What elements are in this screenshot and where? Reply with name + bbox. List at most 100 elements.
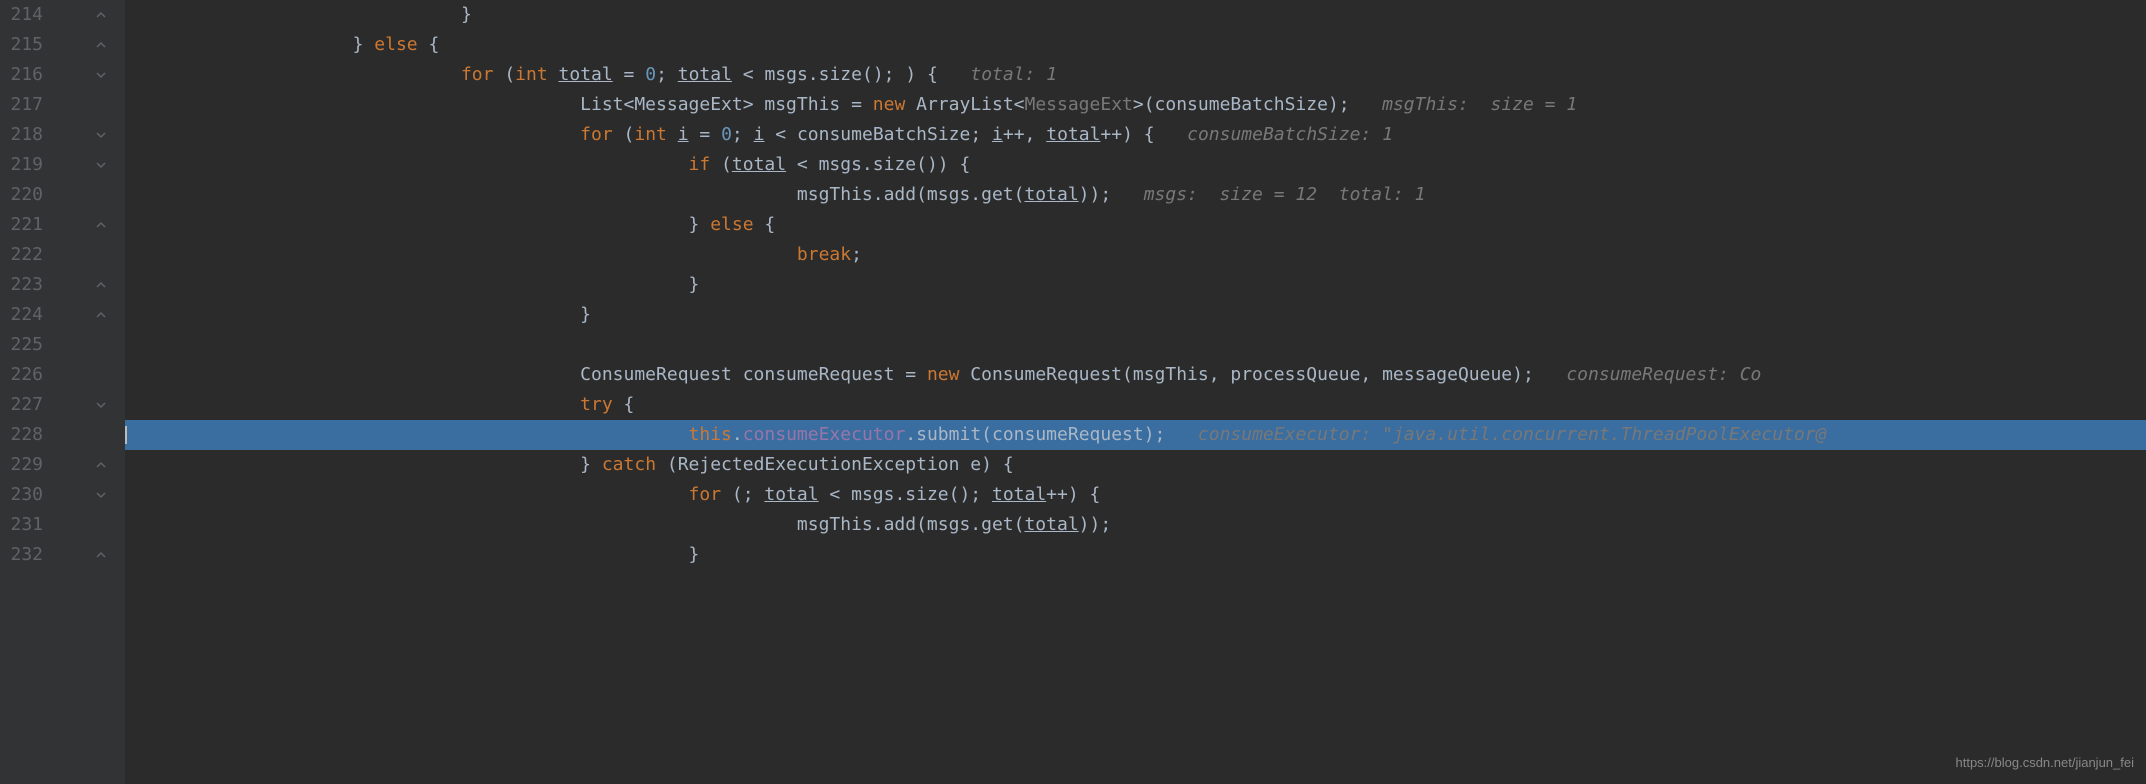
breakpoint-slot[interactable] xyxy=(55,90,85,120)
token-plain: >(consumeBatchSize); xyxy=(1133,94,1382,115)
code-line[interactable]: ConsumeRequest consumeRequest = new Cons… xyxy=(125,360,2146,390)
breakpoint-slot[interactable] xyxy=(55,0,85,30)
fold-slot[interactable] xyxy=(85,90,125,120)
breakpoint-slot[interactable] xyxy=(55,330,85,360)
line-number[interactable]: 214 xyxy=(0,0,43,30)
line-number-gutter[interactable]: 2142152162172182192202212222232242252262… xyxy=(0,0,55,784)
token-plain: ConsumeRequest consumeRequest = xyxy=(580,364,927,385)
fold-slot[interactable] xyxy=(85,180,125,210)
line-number[interactable]: 228 xyxy=(0,420,43,450)
line-number[interactable]: 230 xyxy=(0,480,43,510)
fold-slot[interactable] xyxy=(85,0,125,30)
token-plain: } xyxy=(689,274,700,295)
breakpoint-slot[interactable] xyxy=(55,360,85,390)
fold-slot[interactable] xyxy=(85,420,125,450)
fold-slot[interactable] xyxy=(85,240,125,270)
code-line[interactable]: } xyxy=(125,300,2146,330)
code-line[interactable]: } xyxy=(125,270,2146,300)
code-line[interactable]: } xyxy=(125,540,2146,570)
breakpoint-slot[interactable] xyxy=(55,390,85,420)
token-hint: msgs: size = 12 total: 1 xyxy=(1144,184,1426,205)
fold-gutter[interactable] xyxy=(85,0,125,784)
line-number[interactable]: 226 xyxy=(0,360,43,390)
fold-slot[interactable] xyxy=(85,510,125,540)
line-number[interactable]: 229 xyxy=(0,450,43,480)
fold-close-icon[interactable] xyxy=(95,279,107,291)
line-number[interactable]: 221 xyxy=(0,210,43,240)
fold-slot[interactable] xyxy=(85,30,125,60)
fold-close-icon[interactable] xyxy=(95,9,107,21)
code-line[interactable]: } catch (RejectedExecutionException e) { xyxy=(125,450,2146,480)
line-number[interactable]: 231 xyxy=(0,510,43,540)
fold-slot[interactable] xyxy=(85,450,125,480)
line-number[interactable]: 216 xyxy=(0,60,43,90)
fold-slot[interactable] xyxy=(85,150,125,180)
line-number[interactable]: 225 xyxy=(0,330,43,360)
token-plain: < msgs.size(); ) { xyxy=(732,64,970,85)
fold-slot[interactable] xyxy=(85,390,125,420)
line-number[interactable]: 217 xyxy=(0,90,43,120)
line-number[interactable]: 223 xyxy=(0,270,43,300)
breakpoint-slot[interactable] xyxy=(55,30,85,60)
code-line[interactable]: try { xyxy=(125,390,2146,420)
code-line[interactable]: } else { xyxy=(125,210,2146,240)
fold-open-icon[interactable] xyxy=(95,399,107,411)
code-line[interactable]: } xyxy=(125,0,2146,30)
token-param: i xyxy=(678,124,689,145)
token-kw: catch xyxy=(602,454,667,475)
breakpoint-slot[interactable] xyxy=(55,300,85,330)
breakpoint-gutter[interactable] xyxy=(55,0,85,784)
fold-close-icon[interactable] xyxy=(95,459,107,471)
line-number[interactable]: 215 xyxy=(0,30,43,60)
line-number[interactable]: 220 xyxy=(0,180,43,210)
line-number[interactable]: 232 xyxy=(0,540,43,570)
fold-open-icon[interactable] xyxy=(95,159,107,171)
fold-open-icon[interactable] xyxy=(95,489,107,501)
code-line[interactable]: for (int total = 0; total < msgs.size();… xyxy=(125,60,2146,90)
fold-slot[interactable] xyxy=(85,60,125,90)
line-number[interactable]: 224 xyxy=(0,300,43,330)
fold-close-icon[interactable] xyxy=(95,309,107,321)
line-number[interactable]: 222 xyxy=(0,240,43,270)
code-line[interactable]: } else { xyxy=(125,30,2146,60)
line-number[interactable]: 219 xyxy=(0,150,43,180)
fold-slot[interactable] xyxy=(85,270,125,300)
breakpoint-slot[interactable] xyxy=(55,270,85,300)
code-area[interactable]: } } else { for (int total = 0; total < m… xyxy=(125,0,2146,784)
code-line[interactable]: msgThis.add(msgs.get(total)); xyxy=(125,510,2146,540)
fold-close-icon[interactable] xyxy=(95,219,107,231)
code-line[interactable]: for (; total < msgs.size(); total++) { xyxy=(125,480,2146,510)
code-line[interactable]: msgThis.add(msgs.get(total)); msgs: size… xyxy=(125,180,2146,210)
code-line[interactable]: List<MessageExt> msgThis = new ArrayList… xyxy=(125,90,2146,120)
breakpoint-slot[interactable] xyxy=(55,180,85,210)
fold-slot[interactable] xyxy=(85,360,125,390)
fold-open-icon[interactable] xyxy=(95,129,107,141)
breakpoint-slot[interactable] xyxy=(55,510,85,540)
breakpoint-slot[interactable] xyxy=(55,450,85,480)
line-number[interactable]: 218 xyxy=(0,120,43,150)
line-number[interactable]: 227 xyxy=(0,390,43,420)
fold-slot[interactable] xyxy=(85,210,125,240)
breakpoint-slot[interactable] xyxy=(55,480,85,510)
breakpoint-slot[interactable] xyxy=(55,120,85,150)
breakpoint-slot[interactable] xyxy=(55,150,85,180)
breakpoint-slot[interactable] xyxy=(55,540,85,570)
code-line[interactable]: this.consumeExecutor.submit(consumeReque… xyxy=(125,420,2146,450)
fold-slot[interactable] xyxy=(85,480,125,510)
fold-close-icon[interactable] xyxy=(95,549,107,561)
fold-slot[interactable] xyxy=(85,540,125,570)
fold-close-icon[interactable] xyxy=(95,39,107,51)
breakpoint-slot[interactable] xyxy=(55,420,85,450)
code-line[interactable]: break; xyxy=(125,240,2146,270)
fold-slot[interactable] xyxy=(85,330,125,360)
code-line[interactable]: for (int i = 0; i < consumeBatchSize; i+… xyxy=(125,120,2146,150)
fold-open-icon[interactable] xyxy=(95,69,107,81)
fold-slot[interactable] xyxy=(85,120,125,150)
breakpoint-slot[interactable] xyxy=(55,210,85,240)
breakpoint-slot[interactable] xyxy=(55,240,85,270)
code-line[interactable] xyxy=(125,330,2146,360)
execution-cursor xyxy=(125,426,127,444)
fold-slot[interactable] xyxy=(85,300,125,330)
breakpoint-slot[interactable] xyxy=(55,60,85,90)
code-line[interactable]: if (total < msgs.size()) { xyxy=(125,150,2146,180)
